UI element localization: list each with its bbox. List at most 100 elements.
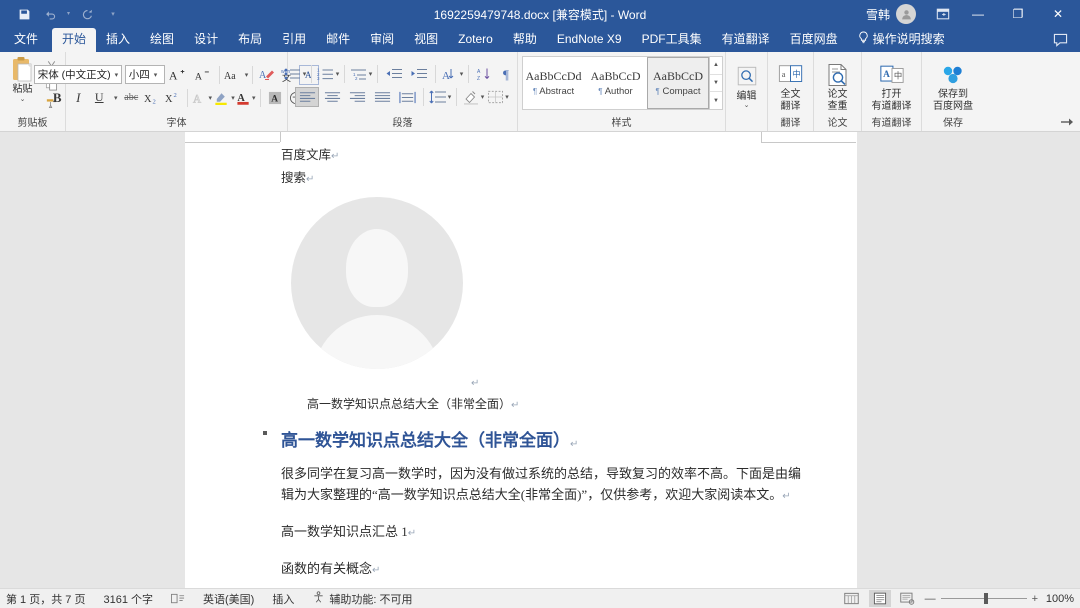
text-effects-icon[interactable]: A ▾: [192, 88, 212, 108]
chevron-down-icon[interactable]: ▾: [460, 70, 464, 78]
proofing-errors-icon[interactable]: [171, 593, 185, 605]
tab-references[interactable]: 引用: [272, 28, 316, 52]
chevron-down-icon[interactable]: ▾: [115, 71, 119, 79]
paste-caret-icon[interactable]: ⌄: [20, 96, 26, 103]
line-spacing-icon[interactable]: ▾: [428, 87, 452, 107]
avatar[interactable]: [896, 4, 916, 24]
language-indicator[interactable]: 英语(美国): [203, 591, 254, 607]
editing-caret-icon[interactable]: ⌄: [744, 102, 750, 109]
bold-icon[interactable]: B: [47, 88, 67, 108]
chevron-down-icon[interactable]: ▾: [448, 93, 452, 101]
zoom-in-button[interactable]: +: [1032, 593, 1038, 605]
zoom-level[interactable]: 100%: [1044, 593, 1074, 605]
decrease-indent-icon[interactable]: [382, 64, 406, 84]
collapse-ribbon-icon[interactable]: [1058, 115, 1076, 129]
web-layout-view-button[interactable]: [897, 590, 919, 607]
restore-button[interactable]: ❐: [998, 0, 1038, 28]
bullets-icon[interactable]: ▾: [283, 64, 307, 84]
chevron-down-icon[interactable]: ▾: [252, 94, 256, 102]
numbering-icon[interactable]: 123 ▾: [316, 64, 340, 84]
borders-icon[interactable]: ▾: [486, 87, 510, 107]
style-item-abstract[interactable]: AaBbCcDd ¶ Abstract: [523, 57, 585, 109]
gallery-scroll-up-icon[interactable]: ▲: [710, 57, 722, 75]
document-area[interactable]: 百度文库↵ 搜索↵ ↵ 高一数学知识点总结大全（非常全面）↵ 高一数学知识点总结…: [0, 132, 1080, 588]
tab-file[interactable]: 文件: [0, 28, 52, 52]
ribbon-display-options-icon[interactable]: [928, 1, 958, 27]
document-placeholder-image[interactable]: [291, 197, 463, 369]
font-size-combo[interactable]: 小四 ▾: [124, 65, 165, 84]
tab-zotero[interactable]: Zotero: [448, 28, 503, 52]
shrink-font-icon[interactable]: A: [191, 65, 215, 85]
editing-button[interactable]: 编辑 ⌄: [730, 62, 763, 109]
insert-mode-indicator[interactable]: 插入: [272, 591, 294, 607]
chevron-down-icon[interactable]: ▾: [245, 71, 249, 79]
align-center-icon[interactable]: [320, 87, 344, 107]
tab-mailings[interactable]: 邮件: [316, 28, 360, 52]
save-icon[interactable]: [12, 3, 36, 25]
zoom-track[interactable]: [940, 593, 1027, 604]
sort-icon[interactable]: A ▾: [440, 64, 464, 84]
tab-layout[interactable]: 布局: [228, 28, 272, 52]
underline-icon[interactable]: U: [89, 88, 109, 108]
style-item-compact[interactable]: AaBbCcD ¶ Compact: [647, 57, 709, 109]
zoom-thumb[interactable]: [983, 593, 988, 604]
zoom-slider[interactable]: — +: [925, 593, 1038, 605]
document-content[interactable]: 百度文库↵ 搜索↵ ↵ 高一数学知识点总结大全（非常全面）↵ 高一数学知识点总结…: [263, 146, 811, 588]
strikethrough-icon[interactable]: abc: [121, 88, 141, 108]
gallery-scroll-down-icon[interactable]: ▼: [710, 75, 722, 93]
tab-youdao-translate[interactable]: 有道翻译: [712, 28, 780, 52]
underline-dropdown-icon[interactable]: ▾: [110, 88, 120, 108]
character-shading-icon[interactable]: A: [265, 88, 285, 108]
tab-design[interactable]: 设计: [184, 28, 228, 52]
tab-view[interactable]: 视图: [404, 28, 448, 52]
font-name-combo[interactable]: 宋体 (中文正文) ▾: [33, 65, 122, 84]
tab-draw[interactable]: 绘图: [140, 28, 184, 52]
justify-icon[interactable]: [370, 87, 394, 107]
gallery-more-icon[interactable]: ▼: [710, 92, 722, 109]
redo-icon[interactable]: [75, 3, 99, 25]
subscript-icon[interactable]: X2: [142, 88, 162, 108]
minimize-button[interactable]: —: [958, 0, 998, 28]
chevron-down-icon[interactable]: ▾: [231, 94, 235, 102]
tab-pdf-tools[interactable]: PDF工具集: [632, 28, 712, 52]
grow-font-icon[interactable]: A: [166, 65, 190, 85]
chevron-down-icon[interactable]: ▾: [336, 70, 340, 78]
shading-icon[interactable]: ▾: [461, 87, 485, 107]
italic-icon[interactable]: I: [68, 88, 88, 108]
chevron-down-icon[interactable]: ▾: [505, 93, 509, 101]
open-youdao-translate-button[interactable]: A中 打开 有道翻译: [866, 60, 917, 112]
distribute-icon[interactable]: [395, 87, 419, 107]
accessibility-indicator[interactable]: 辅助功能: 不可用: [312, 591, 412, 607]
zoom-out-button[interactable]: —: [925, 593, 936, 605]
tab-insert[interactable]: 插入: [96, 28, 140, 52]
print-layout-view-button[interactable]: [868, 590, 891, 607]
chevron-down-icon[interactable]: ▾: [303, 70, 307, 78]
tell-me-search[interactable]: 操作说明搜索: [848, 27, 953, 52]
sort-az-icon[interactable]: AZ: [473, 64, 497, 84]
multilevel-list-icon[interactable]: 12 ▾: [349, 64, 373, 84]
comment-icon[interactable]: [1053, 33, 1068, 52]
chevron-down-icon[interactable]: ▾: [481, 93, 485, 101]
tab-review[interactable]: 审阅: [360, 28, 404, 52]
customize-qat-icon[interactable]: ▾: [101, 3, 125, 25]
chevron-down-icon[interactable]: ▾: [154, 71, 158, 79]
undo-dropdown-icon[interactable]: ▾: [64, 3, 73, 25]
tab-baidu-netdisk[interactable]: 百度网盘: [780, 28, 848, 52]
plagiarism-check-button[interactable]: 论文 查重: [818, 60, 857, 112]
highlight-color-icon[interactable]: ▾: [213, 88, 235, 108]
document-page[interactable]: 百度文库↵ 搜索↵ ↵ 高一数学知识点总结大全（非常全面）↵ 高一数学知识点总结…: [185, 132, 857, 588]
align-right-icon[interactable]: [345, 87, 369, 107]
clear-formatting-icon[interactable]: A: [257, 65, 277, 85]
change-case-icon[interactable]: Aa ▾: [224, 65, 249, 85]
style-item-author[interactable]: AaBbCcD ¶ Author: [585, 57, 647, 109]
tab-help[interactable]: 帮助: [503, 28, 547, 52]
full-text-translate-button[interactable]: a中 全文 翻译: [772, 60, 809, 112]
tab-endnote[interactable]: EndNote X9: [547, 28, 632, 52]
align-left-icon[interactable]: [295, 87, 319, 107]
read-mode-view-button[interactable]: [841, 590, 863, 607]
close-button[interactable]: ✕: [1038, 0, 1078, 28]
word-count[interactable]: 3161 个字: [103, 591, 153, 607]
increase-indent-icon[interactable]: [407, 64, 431, 84]
font-color-icon[interactable]: A ▾: [236, 88, 256, 108]
chevron-down-icon[interactable]: ▾: [369, 70, 373, 78]
